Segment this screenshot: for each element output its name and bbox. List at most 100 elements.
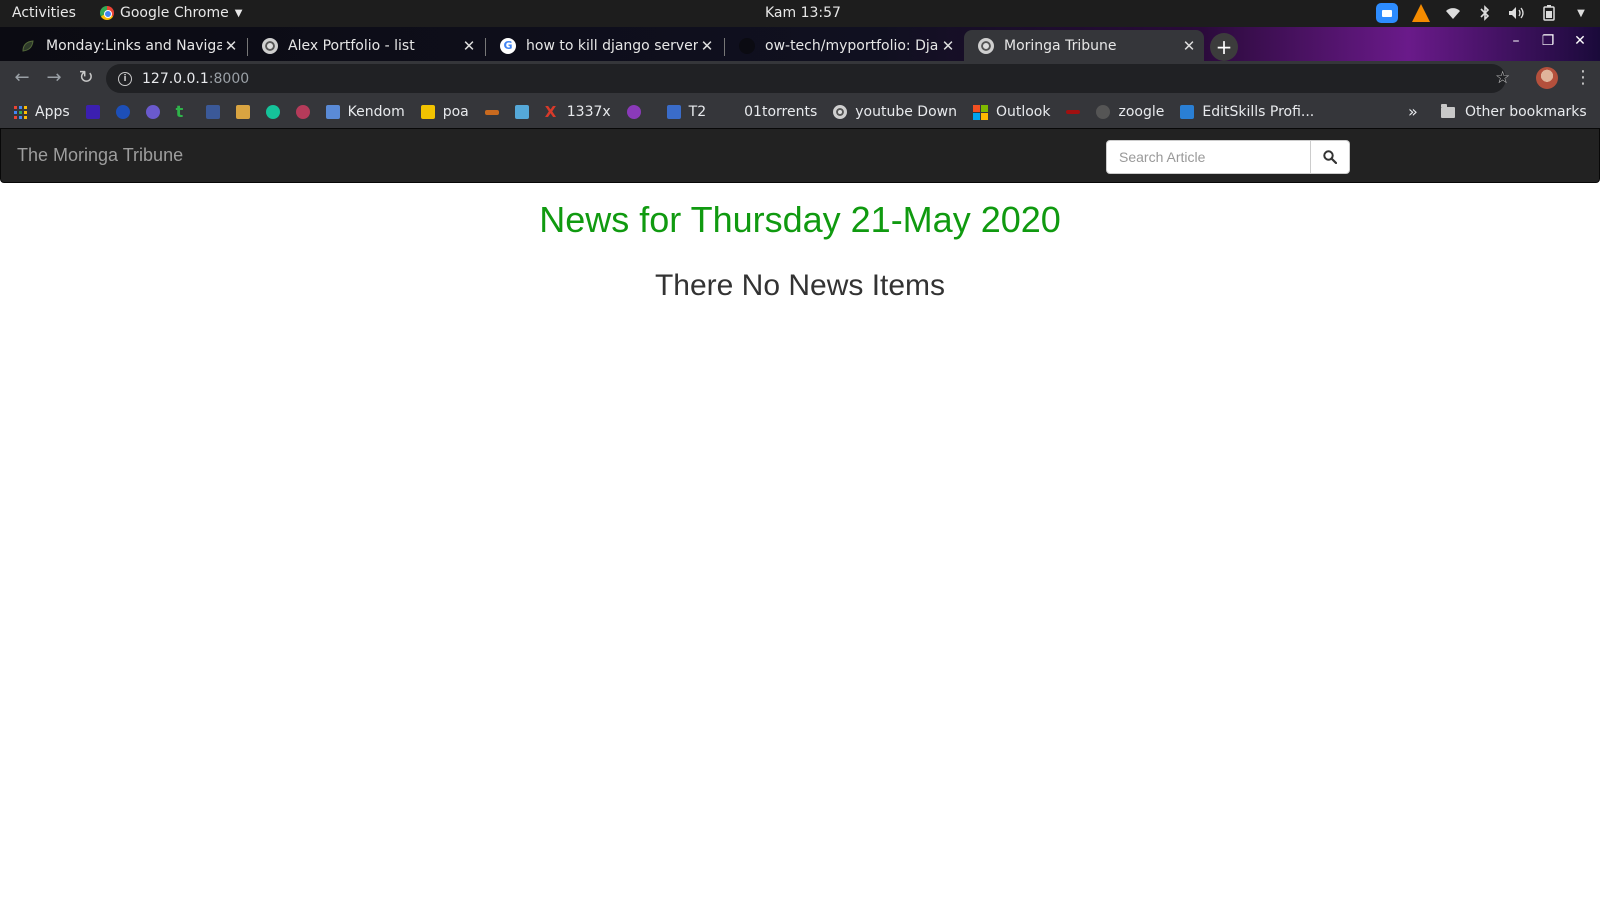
site-navbar: The Moringa Tribune bbox=[0, 128, 1600, 183]
bookmark-tumblr[interactable]: t bbox=[175, 102, 190, 121]
back-arrow-icon[interactable]: ← bbox=[12, 68, 32, 88]
facebook-icon bbox=[205, 105, 220, 119]
bookmark-poa[interactable]: poa bbox=[420, 104, 469, 120]
bookmark-1337x[interactable]: X 1337x bbox=[545, 104, 611, 120]
app-menu-label: Google Chrome bbox=[120, 5, 229, 21]
tab-strip: Monday:Links and Naviga ✕ Alex Portfolio… bbox=[0, 27, 1600, 61]
bookmarks-bar: Apps t Kendom poa X 1337x T2 01torrents … bbox=[0, 96, 1600, 128]
profile-avatar[interactable] bbox=[1536, 67, 1558, 89]
clock[interactable]: Kam 13:57 bbox=[765, 5, 841, 21]
bookmark-label: T2 bbox=[688, 104, 707, 120]
os-top-bar: Activities Google Chrome ▼ Kam 13:57 ▼ bbox=[0, 0, 1600, 27]
new-tab-button[interactable]: + bbox=[1210, 33, 1238, 61]
tab-alex-portfolio[interactable]: Alex Portfolio - list ✕ bbox=[248, 30, 484, 61]
bookmark-label: Apps bbox=[35, 104, 70, 120]
bookmark-label: 01torrents bbox=[744, 104, 818, 120]
leaf-icon bbox=[20, 38, 36, 54]
tab-title: how to kill django server & bbox=[526, 37, 698, 54]
bookmark-bar[interactable] bbox=[484, 109, 499, 115]
bookmark-grammarly[interactable] bbox=[265, 105, 280, 119]
tab-kill-django[interactable]: G how to kill django server & ✕ bbox=[486, 30, 722, 61]
kendom-icon bbox=[325, 105, 340, 119]
tab-moringa-tribune[interactable]: Moringa Tribune ✕ bbox=[964, 30, 1204, 61]
url-host: 127.0.0.1 bbox=[142, 70, 209, 87]
system-tray[interactable]: ▼ bbox=[1376, 3, 1590, 23]
bookmark-youtube-down[interactable]: youtube Down bbox=[833, 104, 957, 120]
bookmark-editskills[interactable]: EditSkills Profi... bbox=[1180, 104, 1314, 120]
more-menu-icon[interactable]: ⋮ bbox=[1574, 67, 1592, 88]
tab-github-myportfolio[interactable]: ow-tech/myportfolio: Dja ✕ bbox=[725, 30, 963, 61]
close-icon[interactable]: ✕ bbox=[1180, 37, 1198, 55]
bookmark-red-dot[interactable] bbox=[1066, 110, 1081, 114]
bookmark-shield[interactable] bbox=[626, 105, 641, 119]
bookmark-dpk[interactable] bbox=[235, 105, 250, 119]
graduation-cap-icon bbox=[145, 105, 160, 119]
bookmark-outlook[interactable]: Outlook bbox=[972, 104, 1051, 120]
other-bookmarks[interactable]: Other bookmarks bbox=[1441, 96, 1587, 128]
bitly-icon bbox=[514, 105, 529, 119]
tab-title: Moringa Tribune bbox=[1004, 37, 1117, 54]
reload-icon[interactable]: ↻ bbox=[76, 68, 96, 88]
info-icon[interactable]: i bbox=[118, 71, 132, 86]
close-icon[interactable]: ✕ bbox=[939, 37, 957, 55]
tab-title: Alex Portfolio - list bbox=[288, 37, 415, 54]
zoogle-icon bbox=[1096, 105, 1111, 119]
t2-icon bbox=[666, 105, 681, 119]
chrome-icon bbox=[100, 6, 114, 20]
bar-icon bbox=[484, 109, 499, 115]
volume-icon[interactable] bbox=[1508, 4, 1526, 22]
bookmark-label: poa bbox=[442, 104, 469, 120]
app-menu[interactable]: Google Chrome ▼ bbox=[100, 5, 242, 21]
site-brand[interactable]: The Moringa Tribune bbox=[17, 145, 183, 166]
star-box-icon bbox=[85, 105, 100, 119]
bookmark-01torrents[interactable]: 01torrents bbox=[722, 104, 817, 120]
close-icon[interactable]: ✕ bbox=[460, 37, 478, 55]
bookmark-vpn[interactable] bbox=[295, 105, 310, 119]
apps-grid-icon bbox=[14, 105, 27, 119]
bookmark-t2[interactable]: T2 bbox=[666, 104, 707, 120]
bookmark-kendom[interactable]: Kendom bbox=[325, 104, 405, 120]
tumblr-icon: t bbox=[175, 102, 184, 121]
bookmark-label: Kendom bbox=[347, 104, 405, 120]
forward-arrow-icon[interactable]: → bbox=[44, 68, 64, 88]
poa-icon bbox=[420, 105, 435, 119]
dpk-icon bbox=[235, 105, 250, 119]
wifi-icon[interactable] bbox=[1444, 4, 1462, 22]
restore-icon[interactable]: ❐ bbox=[1538, 33, 1558, 49]
bookmark-paypal[interactable] bbox=[115, 105, 130, 119]
bluetooth-icon[interactable] bbox=[1476, 4, 1494, 22]
bookmark-label: EditSkills Profi... bbox=[1202, 104, 1315, 120]
close-icon[interactable]: ✕ bbox=[222, 37, 240, 55]
google-icon: G bbox=[500, 37, 516, 54]
close-window-icon[interactable]: ✕ bbox=[1570, 33, 1590, 49]
close-icon[interactable]: ✕ bbox=[698, 37, 716, 55]
chevron-down-icon[interactable]: ▼ bbox=[1572, 4, 1590, 22]
paypal-icon bbox=[115, 105, 130, 119]
bookmark-label: Outlook bbox=[995, 104, 1051, 120]
bookmark-zoogle[interactable]: zoogle bbox=[1096, 104, 1164, 120]
bookmark-star-box[interactable] bbox=[85, 105, 100, 119]
minimize-icon[interactable]: – bbox=[1506, 33, 1526, 49]
bookmark-facebook[interactable] bbox=[205, 105, 220, 119]
bookmarks-overflow-icon[interactable]: » bbox=[1408, 102, 1418, 121]
bookmark-bitly[interactable] bbox=[514, 105, 529, 119]
folder-icon bbox=[1441, 103, 1455, 118]
vlc-icon[interactable] bbox=[1412, 4, 1430, 22]
tab-title: Monday:Links and Naviga bbox=[46, 37, 222, 54]
battery-icon[interactable] bbox=[1540, 4, 1558, 22]
globe-icon bbox=[833, 105, 848, 119]
tab-title: ow-tech/myportfolio: Dja bbox=[765, 37, 939, 54]
search-button[interactable] bbox=[1311, 140, 1350, 174]
activities-button[interactable]: Activities bbox=[12, 5, 76, 21]
tab-monday-links[interactable]: Monday:Links and Naviga ✕ bbox=[6, 30, 246, 61]
zoom-icon[interactable] bbox=[1376, 3, 1398, 23]
page-title: News for Thursday 21-May 2020 bbox=[539, 199, 1061, 240]
bookmark-star-icon[interactable]: ☆ bbox=[1495, 68, 1510, 88]
bookmark-apps[interactable]: Apps bbox=[14, 104, 70, 120]
shield-icon bbox=[626, 105, 641, 119]
bookmark-graduation[interactable] bbox=[145, 105, 160, 119]
address-bar[interactable]: i 127.0.0.1:8000 bbox=[106, 64, 1506, 93]
search-input[interactable] bbox=[1106, 140, 1311, 174]
blank-icon bbox=[722, 105, 736, 119]
chevron-down-icon: ▼ bbox=[234, 7, 243, 19]
